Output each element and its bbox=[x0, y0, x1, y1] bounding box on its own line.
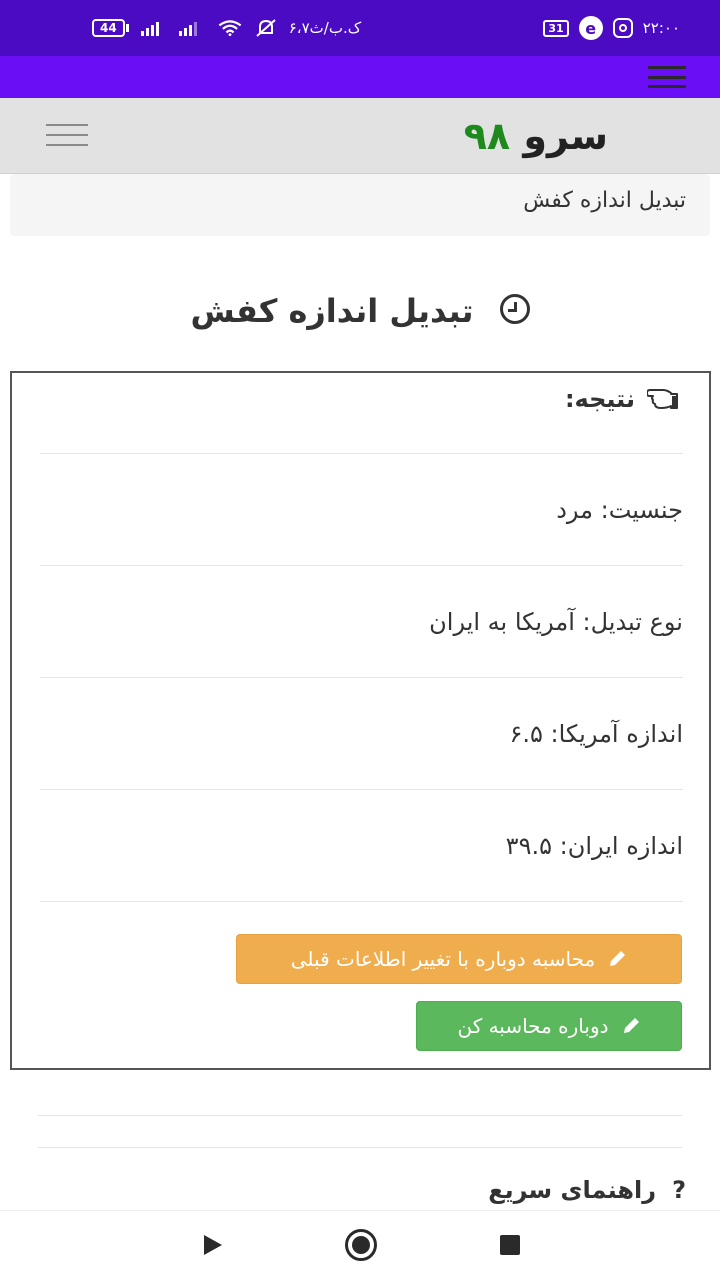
recent-apps-icon[interactable] bbox=[500, 1235, 520, 1255]
result-row-text: اندازه ایران: ۳۹.۵ bbox=[505, 831, 683, 860]
result-divider bbox=[40, 901, 683, 902]
breadcrumb-item[interactable]: تبدیل اندازه کفش bbox=[523, 188, 686, 213]
result-row-text: اندازه آمریکا: ۶.۵ bbox=[509, 719, 683, 748]
status-bar: 31 e ۲۲:۰۰ 44 ۶،۷ک.ب/ث bbox=[0, 0, 720, 56]
signal-icon-2 bbox=[178, 22, 197, 36]
brand-number: ۹۸ bbox=[463, 114, 511, 158]
hamburger-menu-icon[interactable] bbox=[46, 124, 88, 146]
site-header: سرو ۹۸ bbox=[0, 98, 720, 174]
recalculate-with-changes-label: محاسبه دوباره با تغییر اطلاعات قبلی bbox=[290, 947, 596, 971]
hand-point-left-icon bbox=[647, 389, 678, 409]
home-icon[interactable] bbox=[345, 1229, 377, 1261]
menu-icon[interactable] bbox=[648, 66, 686, 88]
signal-icon bbox=[140, 22, 159, 36]
status-icons-right: 31 e ۲۲:۰۰ bbox=[543, 16, 680, 40]
result-row-text: نوع تبدیل: آمریکا به ایران bbox=[429, 607, 683, 636]
bell-muted-icon bbox=[256, 19, 276, 37]
result-row-us-size: اندازه آمریکا: ۶.۵ bbox=[40, 677, 683, 789]
wifi-icon bbox=[218, 20, 242, 36]
section-divider bbox=[38, 1115, 682, 1116]
pencil-icon bbox=[623, 1018, 639, 1033]
result-row-iran-size: اندازه ایران: ۳۹.۵ bbox=[40, 789, 683, 901]
result-heading: نتیجه: bbox=[565, 385, 679, 413]
result-heading-text: نتیجه: bbox=[564, 385, 635, 413]
status-time: ۲۲:۰۰ bbox=[642, 19, 680, 37]
data-speed: ۶،۷ک.ب/ث bbox=[288, 19, 362, 37]
question-icon: ? bbox=[672, 1176, 686, 1204]
result-row-conversion-type: نوع تبدیل: آمریکا به ایران bbox=[40, 565, 683, 677]
battery-icon: 44 bbox=[92, 19, 129, 37]
page-title-text: تبدیل اندازه کفش bbox=[190, 292, 474, 330]
calendar-icon: 31 bbox=[543, 19, 569, 37]
battery-level: 44 bbox=[92, 19, 125, 37]
status-icons-left: 44 ۶،۷ک.ب/ث bbox=[92, 16, 361, 40]
recalculate-button[interactable]: دوباره محاسبه کن bbox=[416, 1001, 682, 1051]
section-divider bbox=[38, 1147, 682, 1148]
app-toolbar bbox=[0, 56, 720, 98]
result-row-text: جنسیت: مرد bbox=[556, 495, 683, 524]
result-row-gender: جنسیت: مرد bbox=[40, 453, 683, 565]
back-icon[interactable] bbox=[204, 1235, 222, 1255]
site-logo[interactable]: سرو ۹۸ bbox=[464, 112, 608, 160]
system-nav-bar bbox=[0, 1210, 720, 1280]
result-panel: نتیجه: جنسیت: مرد نوع تبدیل: آمریکا به ا… bbox=[10, 371, 711, 1070]
brand-name: سرو bbox=[523, 114, 608, 158]
breadcrumb: تبدیل اندازه کفش bbox=[10, 174, 710, 236]
recalculate-label: دوباره محاسبه کن bbox=[457, 1014, 609, 1038]
quick-guide-heading: ? راهنمای سریع bbox=[488, 1176, 686, 1204]
pencil-icon bbox=[610, 951, 626, 966]
page-title: تبدیل اندازه کفش bbox=[0, 292, 720, 348]
clock-icon bbox=[499, 294, 530, 324]
recalculate-with-changes-button[interactable]: محاسبه دوباره با تغییر اطلاعات قبلی bbox=[236, 934, 682, 984]
browser-app-icon: e bbox=[578, 16, 603, 40]
instagram-icon bbox=[612, 18, 633, 38]
quick-guide-title: راهنمای سریع bbox=[488, 1176, 657, 1204]
